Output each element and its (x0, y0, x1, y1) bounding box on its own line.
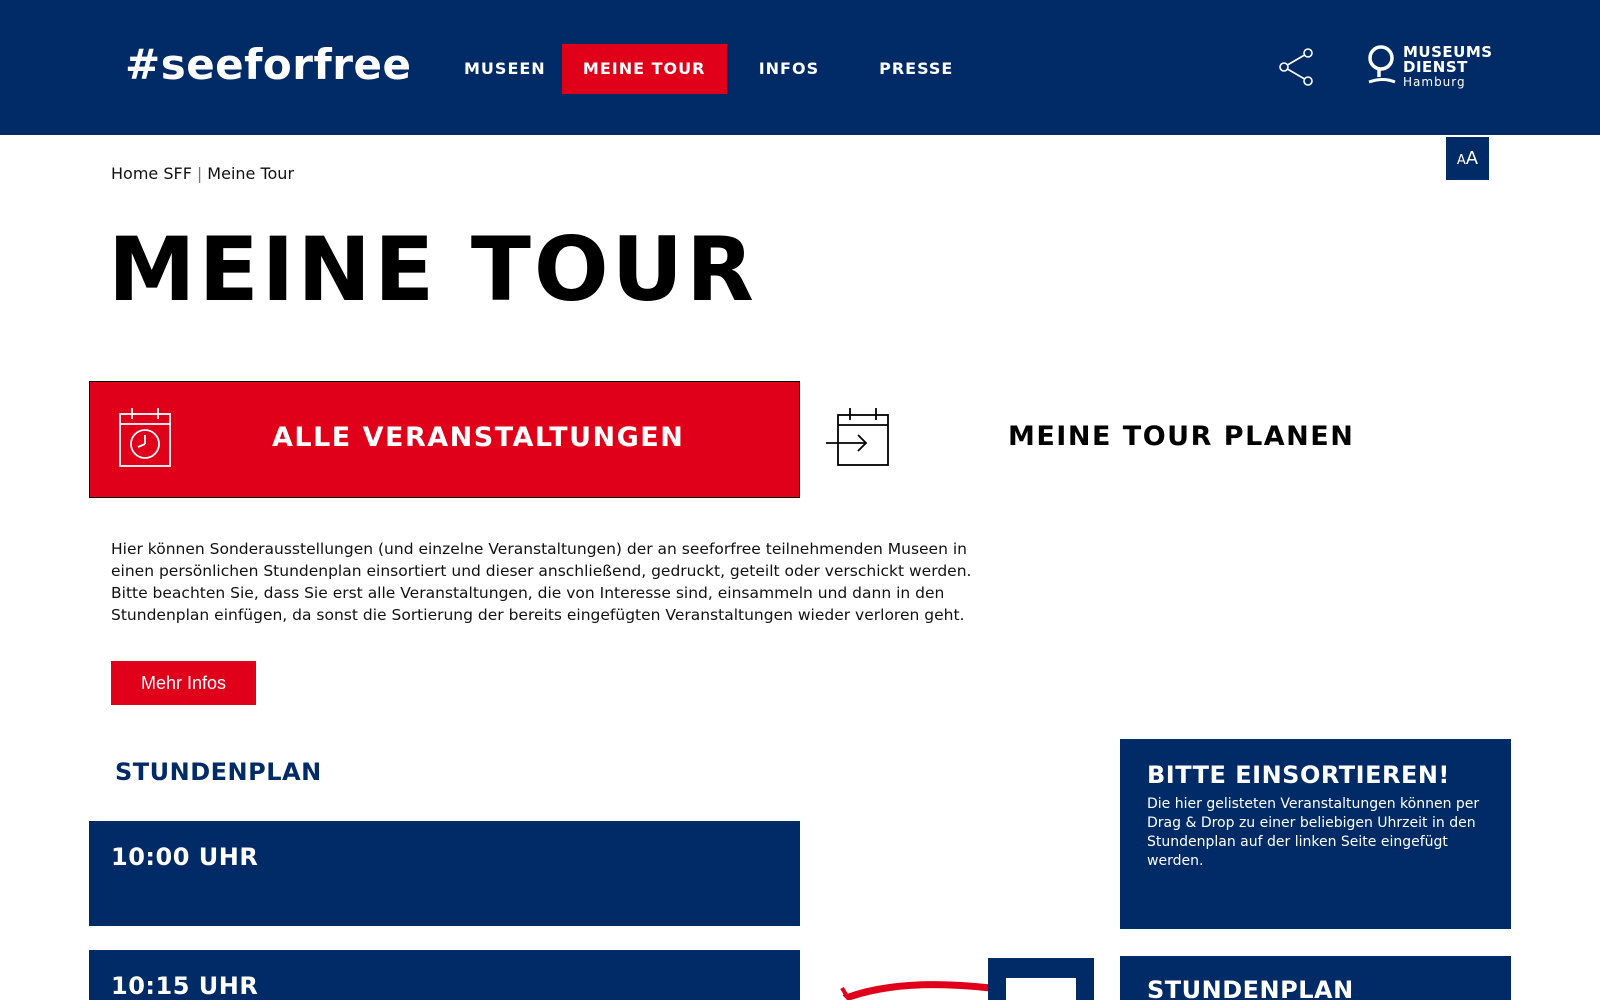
top-navigation-bar: #seeforfree MUSEEN MEINE TOUR INFOS PRES… (0, 0, 1600, 135)
museumsdienst-line-2: DIENST (1403, 58, 1468, 76)
sort-hint-panel: Bitte einsortieren! Die hier gelisteten … (1120, 739, 1511, 929)
mehr-infos-button[interactable]: Mehr Infos (111, 661, 256, 705)
breadcrumb-home-link[interactable]: Home SFF (111, 164, 192, 183)
font-size-large-glyph: A (1465, 148, 1479, 169)
sort-hint-text: Die hier gelisteten Veranstaltungen könn… (1147, 796, 1480, 869)
seeforfree-logo[interactable]: #seeforfree (125, 40, 411, 89)
timeslot-drop-zone[interactable]: 10:00 Uhr (89, 821, 800, 926)
font-size-toggle-button[interactable]: AA (1446, 137, 1489, 180)
nav-item-meine-tour[interactable]: MEINE TOUR (561, 44, 727, 94)
calendar-clock-icon (116, 406, 178, 470)
museumsdienst-line-3: Hamburg (1403, 75, 1466, 89)
tab-label-alle-veranstaltungen: Alle Veranstaltungen (272, 422, 685, 453)
page-title: Meine Tour (108, 218, 757, 321)
breadcrumb-current: Meine Tour (207, 164, 295, 183)
nav-item-museen[interactable]: MUSEEN (450, 44, 560, 94)
nav-item-presse[interactable]: PRESSE (865, 44, 967, 94)
museumsdienst-pin-icon (1368, 45, 1396, 84)
breadcrumb-separator: | (196, 164, 203, 183)
timeslot-time: 10:00 Uhr (111, 843, 259, 871)
tab-label-meine-tour-planen: Meine Tour planen (1008, 421, 1355, 452)
calendar-arrow-icon (824, 405, 889, 469)
timeslot-time: 10:15 Uhr (111, 972, 259, 1000)
sort-hint-title: Bitte einsortieren! (1147, 761, 1450, 789)
stundenplan-panel-title: Stundenplan (1147, 976, 1354, 1000)
main-nav: MUSEEN MEINE TOUR INFOS PRESSE (450, 44, 969, 94)
stundenplan-heading: Stundenplan (115, 758, 322, 786)
tab-meine-tour-planen[interactable]: Meine Tour planen (800, 381, 1511, 498)
stundenplan-panel: Stundenplan (1120, 956, 1511, 1000)
font-size-small-glyph: A (1456, 153, 1466, 168)
breadcrumb: Home SFF | Meine Tour (111, 164, 294, 183)
share-icon[interactable] (1278, 48, 1314, 86)
nav-item-infos[interactable]: INFOS (745, 44, 833, 94)
museumsdienst-logo[interactable]: MUSEUMS DIENST Hamburg (1367, 44, 1492, 90)
intro-text: Hier können Sonderausstellungen (und ein… (111, 540, 972, 624)
timeslot-drop-zone[interactable]: 10:15 Uhr (89, 950, 800, 1000)
tab-alle-veranstaltungen[interactable]: Alle Veranstaltungen (89, 381, 800, 498)
drag-drop-illustration (840, 958, 1100, 1000)
